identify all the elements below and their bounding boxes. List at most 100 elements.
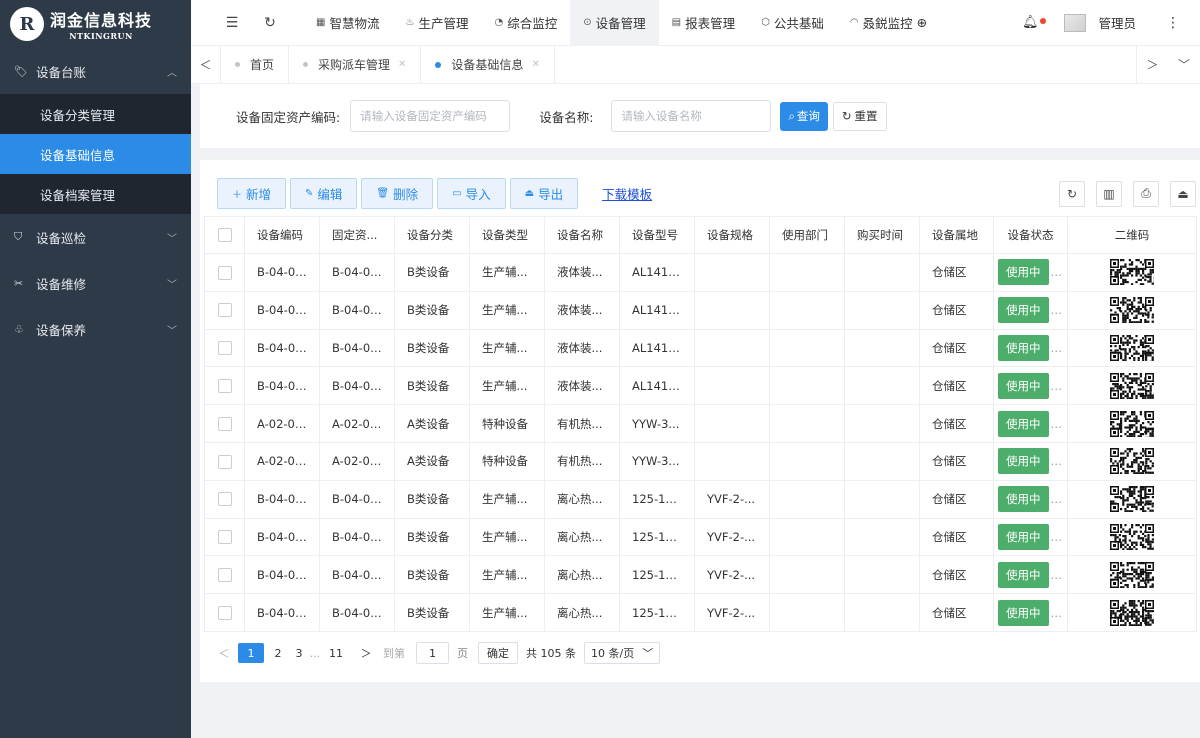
table-row[interactable]: B-04-001 B-04-001 B类设备 生产辅... 液体装... AL1412..…	[204, 253, 1197, 292]
table-row[interactable]: B-04-005 B-04-005 B类设备 生产辅... 离心热... 125-10..…	[204, 479, 1197, 519]
column-header[interactable]: 设备类型	[469, 216, 545, 254]
table-row[interactable]: B-04-007 B-04-007 B类设备 生产辅... 离心热... 125-10..…	[204, 555, 1197, 595]
select-all-checkbox[interactable]	[217, 228, 232, 243]
column-header[interactable]: 设备属地	[919, 216, 994, 254]
goto-page-input[interactable]: 1	[416, 642, 449, 664]
download-template-link[interactable]: 下载模板	[602, 184, 652, 203]
page-size-select[interactable]: 10 条/页 ﹀	[584, 642, 661, 664]
row-checkbox[interactable]	[217, 303, 232, 318]
column-header[interactable]: 设备分类	[394, 216, 470, 254]
goto-confirm-button[interactable]: 确定	[478, 642, 518, 664]
refresh-icon[interactable]: ↻	[1059, 180, 1085, 207]
table-row[interactable]: B-04-008 B-04-008 B类设备 生产辅... 离心热... 125-10..…	[204, 593, 1197, 632]
table-row[interactable]: B-04-004 B-04-004 B类设备 生产辅... 液体装... AL1412..…	[204, 366, 1197, 406]
column-header[interactable]: 购买时间	[844, 216, 920, 254]
column-header[interactable]: 设备编码	[244, 216, 320, 254]
more-vertical-icon[interactable]: ⋮	[1166, 15, 1180, 31]
tabs-scroll-left-icon[interactable]: ＜	[191, 45, 221, 84]
qrcode-icon[interactable]	[1110, 523, 1156, 552]
import-button[interactable]: ▭ 导入	[437, 178, 506, 209]
table-row[interactable]: B-04-003 B-04-003 B类设备 生产辅... 液体装... AL1412..…	[204, 328, 1197, 368]
sidebar-item-archive[interactable]: 设备档案管理	[0, 174, 191, 214]
row-checkbox[interactable]	[217, 341, 232, 356]
column-header[interactable]: 固定资...	[319, 216, 395, 254]
page-1[interactable]: 1	[238, 643, 264, 663]
edit-button[interactable]: ✎ 编辑	[290, 178, 358, 209]
equipment-name-input[interactable]: 请输入设备名称	[611, 100, 772, 132]
row-checkbox[interactable]	[217, 605, 232, 620]
nav-logistics[interactable]: ▦ 智慧物流	[303, 0, 392, 46]
qrcode-icon[interactable]	[1110, 561, 1156, 590]
user-name[interactable]: 管理员	[1098, 13, 1136, 32]
sidebar-item-basic-info[interactable]: 设备基础信息	[0, 134, 191, 174]
export-icon[interactable]: ⏏	[1170, 180, 1196, 207]
sidebar-group-repair[interactable]: ✂ 设备维修 ﹀	[0, 260, 191, 306]
tabs-dropdown-icon[interactable]: ﹀	[1168, 46, 1200, 84]
row-checkbox[interactable]	[217, 568, 232, 583]
row-checkbox[interactable]	[217, 454, 232, 469]
avatar[interactable]	[1064, 13, 1087, 32]
menu-fold-icon[interactable]: ☰	[213, 15, 251, 31]
prev-page-icon[interactable]: ＜	[212, 643, 236, 663]
nav-monitoring[interactable]: ◔ 综合监控	[481, 0, 570, 46]
page-2[interactable]: 2	[266, 643, 290, 663]
tab-purchase-dispatch[interactable]: 采购派车管理 ✕	[289, 45, 422, 84]
export-button[interactable]: ⏏ 导出	[509, 178, 579, 209]
refresh-icon[interactable]: ↻	[251, 15, 289, 31]
nav-safety-monitor[interactable]: ◠ 叒鋭监控 ⊕	[837, 0, 940, 46]
asset-code-input[interactable]: 请输入设备固定资产编码	[350, 100, 511, 132]
column-header[interactable]: 设备状态	[993, 216, 1068, 254]
nav-common[interactable]: ⬡ 公共基础	[748, 0, 837, 46]
column-header[interactable]: 设备规格	[694, 216, 770, 254]
print-icon[interactable]: ⎙	[1133, 180, 1159, 207]
table-row[interactable]: B-04-006 B-04-006 B类设备 生产辅... 离心热... 125-10..…	[204, 517, 1197, 557]
columns-icon[interactable]: ▥	[1096, 180, 1122, 207]
qrcode-icon[interactable]	[1110, 448, 1156, 477]
page-ellipsis[interactable]: ...	[308, 643, 322, 663]
column-header[interactable]: 使用部门	[769, 216, 845, 254]
qrcode-icon[interactable]	[1110, 410, 1156, 439]
table-cell: B-04-006	[319, 517, 395, 557]
row-checkbox[interactable]	[217, 530, 232, 545]
table-row[interactable]: A-02-002 A-02-002 A类设备 特种设备 有机热... YYW-3... 仓储…	[204, 441, 1197, 481]
sidebar-group-maintenance[interactable]: ♧ 设备保养 ﹀	[0, 306, 191, 352]
column-header[interactable]: 设备型号	[619, 216, 695, 254]
page-3[interactable]: 3	[292, 643, 306, 663]
row-checkbox[interactable]	[217, 379, 232, 394]
row-checkbox[interactable]	[217, 416, 232, 431]
column-header[interactable]: 二维码	[1067, 216, 1197, 254]
close-icon[interactable]: ✕	[398, 59, 406, 70]
page-unit-label: 页	[457, 647, 468, 660]
qrcode-icon[interactable]	[1110, 334, 1156, 363]
tab-home[interactable]: 首页	[221, 45, 290, 84]
nav-equipment[interactable]: ⊙ 设备管理	[570, 0, 659, 46]
table-row[interactable]: B-04-002 B-04-002 B类设备 生产辅... 液体装... AL1412..…	[204, 290, 1197, 330]
qrcode-icon[interactable]	[1110, 599, 1156, 628]
qrcode-icon[interactable]	[1110, 486, 1154, 515]
qrcode-icon[interactable]	[1110, 372, 1156, 401]
row-checkbox[interactable]	[217, 492, 232, 507]
sidebar-item-category[interactable]: 设备分类管理	[0, 94, 191, 134]
tabs-scroll-right-icon[interactable]: ＞	[1136, 45, 1168, 84]
nav-production[interactable]: ♨ 生产管理	[392, 0, 481, 46]
delete-button[interactable]: 🗑︎ 删除	[361, 178, 434, 209]
close-icon[interactable]: ✕	[531, 59, 539, 70]
brand-logo[interactable]: R 润金信息科技 NTKINGRUN	[0, 0, 191, 48]
query-button[interactable]: ⌕ 查询	[780, 101, 828, 131]
table-row[interactable]: A-02-001 A-02-001 A类设备 特种设备 有机热... YYW-3... 仓储…	[204, 404, 1197, 443]
add-button[interactable]: ＋新增	[217, 178, 287, 209]
column-header[interactable]: 设备名称	[544, 216, 620, 254]
qrcode-icon[interactable]	[1110, 297, 1156, 326]
table-cell	[694, 404, 770, 443]
sidebar-group-ledger[interactable]: 🏷 设备台账 ︿	[0, 48, 191, 94]
row-checkbox[interactable]	[217, 265, 232, 280]
tab-equipment-basic-info[interactable]: 设备基础信息 ✕	[421, 45, 555, 84]
next-page-icon[interactable]: ＞	[354, 643, 378, 663]
qrcode-icon[interactable]	[1110, 259, 1156, 286]
nav-reports[interactable]: ▤ 报表管理	[659, 0, 748, 46]
page-11[interactable]: 11	[324, 643, 348, 663]
sidebar-group-inspection[interactable]: ⛉ 设备巡检 ﹀	[0, 214, 191, 260]
bell-icon[interactable]: 🔔︎	[1022, 15, 1047, 30]
maintenance-icon: ♧	[14, 322, 24, 336]
reset-button[interactable]: ↻ 重置	[832, 101, 887, 131]
